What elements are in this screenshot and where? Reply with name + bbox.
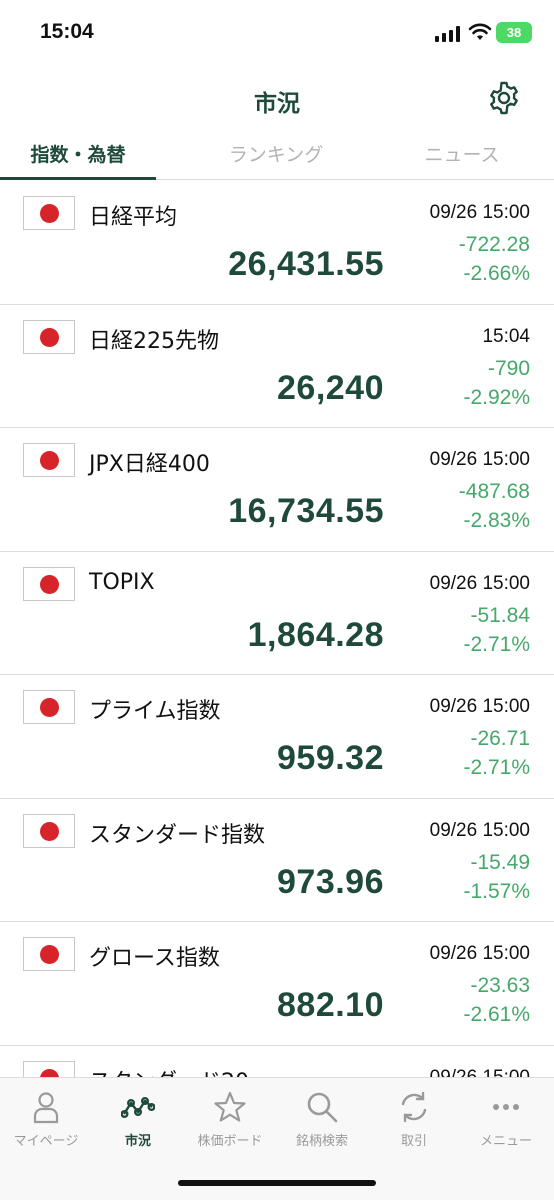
index-row-nikkei225-futures[interactable]: 日経225先物 15:04 26,240 -790 -2.92% (0, 305, 554, 428)
tab-ranking[interactable]: ランキング (184, 140, 368, 167)
index-name: グロース指数 (89, 946, 220, 971)
japan-flag-icon (23, 813, 75, 848)
index-name: 日経225先物 (89, 328, 219, 354)
index-value: 882.10 (277, 986, 384, 1024)
nav-label: 市況 (124, 1134, 151, 1149)
index-time: 09/26 15:00 (429, 202, 530, 223)
index-time: 15:04 (482, 325, 530, 347)
index-value: 16,734.55 (228, 492, 384, 530)
star-icon (214, 1091, 246, 1122)
index-value: 1,864.28 (247, 615, 384, 654)
japan-flag-icon (23, 937, 75, 971)
nav-label: メニュー (479, 1134, 532, 1149)
index-change: -722.28 (458, 233, 530, 256)
index-time: 09/26 15:00 (429, 572, 530, 594)
japan-flag-icon (23, 690, 75, 724)
index-row-standard20[interactable]: スタンダード20 09/26 15:00 (0, 1046, 554, 1078)
index-change-percent: -2.61% (463, 1003, 530, 1026)
home-indicator (178, 1180, 376, 1186)
index-change-percent: -2.71% (463, 632, 530, 656)
more-dots-icon (493, 1104, 519, 1110)
index-name: スタンダード20 (89, 1064, 249, 1078)
index-value: 26,240 (277, 368, 384, 407)
index-change: -487.68 (458, 480, 530, 503)
index-row-standard[interactable]: スタンダード指数 09/26 15:00 973.96 -15.49 -1.57… (0, 799, 554, 922)
index-value: 26,431.55 (228, 245, 384, 283)
tab-news[interactable]: ニュース (370, 140, 554, 167)
index-row-jpx-nikkei400[interactable]: JPX日経400 09/26 15:00 16,734.55 -487.68 -… (0, 428, 554, 552)
index-row-prime[interactable]: プライム指数 09/26 15:00 959.32 -26.71 -2.71% (0, 675, 554, 799)
japan-flag-icon (23, 566, 75, 601)
gear-icon[interactable] (486, 80, 522, 116)
nav-market[interactable]: 市況 (92, 1090, 184, 1149)
index-change: -15.49 (470, 850, 530, 874)
index-change-percent: -2.71% (463, 756, 530, 779)
index-value: 973.96 (277, 862, 384, 901)
index-time: 09/26 15:00 (429, 696, 530, 717)
refresh-icon (401, 1091, 427, 1123)
japan-flag-icon (23, 443, 75, 477)
cellular-signal-icon (435, 26, 461, 42)
index-time: 09/26 15:00 (429, 943, 530, 964)
japan-flag-icon (23, 196, 75, 230)
index-row-nikkei225[interactable]: 日経平均 09/26 15:00 26,431.55 -722.28 -2.66… (0, 181, 554, 305)
index-name: スタンダード指数 (89, 822, 266, 848)
index-change-percent: -2.92% (463, 385, 530, 409)
nav-stock-search[interactable]: 銘柄検索 (276, 1090, 368, 1149)
index-name: TOPIX (89, 569, 155, 595)
nav-stock-board[interactable]: 株価ボード (184, 1090, 276, 1149)
index-change: -790 (487, 356, 530, 380)
index-change-percent: -2.66% (463, 262, 530, 285)
index-time: 09/26 15:00 (429, 819, 530, 841)
nav-label: 取引 (400, 1134, 427, 1149)
page-title: 市況 (254, 91, 300, 117)
tab-bar: 指数・為替 ランキング ニュース (0, 130, 554, 180)
tab-indices-fx[interactable]: 指数・為替 (0, 140, 156, 167)
index-time: 09/26 15:00 (429, 1066, 530, 1078)
active-tab-indicator (0, 177, 156, 180)
japan-flag-icon (23, 319, 75, 354)
index-change: -26.71 (470, 727, 530, 750)
index-change-percent: -1.57% (463, 879, 530, 903)
index-change: -51.84 (470, 603, 530, 627)
nav-label: マイページ (13, 1134, 79, 1149)
index-time: 09/26 15:00 (429, 449, 530, 470)
status-time: 15:04 (40, 20, 94, 43)
nav-label: 株価ボード (197, 1134, 263, 1149)
nav-menu[interactable]: メニュー (460, 1090, 552, 1149)
index-row-topix[interactable]: TOPIX 09/26 15:00 1,864.28 -51.84 -2.71% (0, 552, 554, 675)
header: 市況 (0, 66, 554, 130)
index-row-growth[interactable]: グロース指数 09/26 15:00 882.10 -23.63 -2.61% (0, 922, 554, 1046)
index-name: プライム指数 (89, 699, 221, 724)
index-change: -23.63 (470, 974, 530, 997)
nav-trade[interactable]: 取引 (368, 1090, 460, 1149)
index-name: JPX日経400 (89, 452, 210, 477)
index-value: 959.32 (277, 739, 384, 777)
battery-icon: 38 (496, 22, 532, 43)
person-icon (33, 1092, 59, 1124)
status-bar: 15:04 38 (0, 0, 554, 66)
market-chart-icon (121, 1096, 155, 1118)
wifi-icon (468, 23, 492, 40)
index-change-percent: -2.83% (463, 509, 530, 532)
japan-flag-icon (23, 1060, 75, 1077)
nav-label: 銘柄検索 (295, 1134, 348, 1149)
search-icon (307, 1092, 338, 1123)
index-name: 日経平均 (89, 205, 178, 230)
nav-mypage[interactable]: マイページ (0, 1090, 92, 1149)
index-list: 日経平均 09/26 15:00 26,431.55 -722.28 -2.66… (0, 181, 554, 1077)
